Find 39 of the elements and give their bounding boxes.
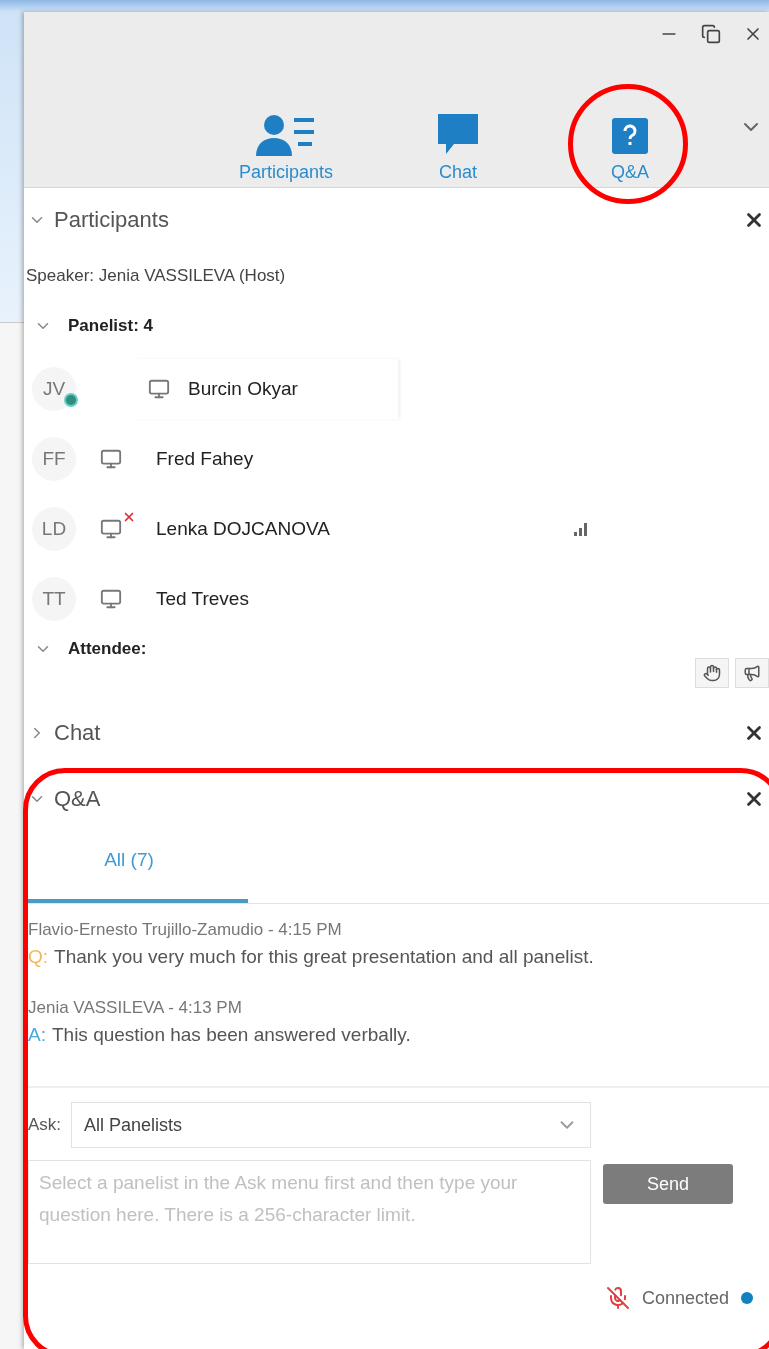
message-text: Q: Thank you very much for this great presentation and all panelist. bbox=[28, 945, 595, 969]
send-button[interactable]: Send bbox=[603, 1164, 734, 1204]
message-text: A: This question has been answered verbally. bbox=[28, 1023, 412, 1047]
megaphone-icon bbox=[743, 664, 761, 682]
avatar: FF bbox=[32, 437, 76, 481]
participant-name: Ted Treves bbox=[156, 588, 249, 610]
ask-dropdown[interactable]: All Panelists bbox=[71, 1102, 592, 1148]
status-text: Connected bbox=[641, 1287, 729, 1309]
status-dot bbox=[741, 1292, 753, 1304]
section-title: Participants bbox=[54, 207, 170, 233]
section-title: Chat bbox=[54, 720, 102, 746]
ask-label: Ask: bbox=[28, 1115, 62, 1135]
participant-row[interactable]: JV Burcin Okyar bbox=[24, 354, 769, 424]
speech-bubble-icon bbox=[436, 112, 480, 156]
group-title: Panelist: 4 bbox=[68, 316, 154, 336]
participant-name: Burcin Okyar bbox=[188, 378, 298, 400]
raise-hand-button[interactable] bbox=[695, 658, 729, 688]
monitor-icon bbox=[148, 378, 170, 400]
participant-name: Fred Fahey bbox=[156, 448, 254, 470]
monitor-icon bbox=[100, 448, 122, 470]
question-icon bbox=[610, 116, 650, 156]
avatar: LD bbox=[32, 507, 76, 551]
group-title: Attendee: bbox=[68, 639, 147, 659]
message-author: Jenia VASSILEVA - 4:13 PM bbox=[28, 998, 243, 1019]
section-title: Q&A bbox=[54, 786, 102, 812]
participant-row[interactable]: FF Fred Fahey bbox=[24, 424, 769, 494]
participant-row[interactable]: LD Lenka DOJCANOVA bbox=[24, 494, 769, 564]
speaker-text: Speaker: Jenia VASSILEVA (Host) bbox=[25, 265, 287, 287]
participant-row[interactable]: TT Ted Treves bbox=[24, 564, 769, 634]
question-input[interactable]: Select a panelist in the Ask menu first and then type your question here. There is a 256-character limit. bbox=[28, 1160, 591, 1264]
avatar: TT bbox=[32, 577, 76, 621]
participant-name: Lenka DOJCANOVA bbox=[156, 518, 330, 540]
muted-microphone-icon[interactable] bbox=[605, 1286, 630, 1310]
megaphone-button[interactable] bbox=[735, 658, 769, 688]
hand-icon bbox=[703, 664, 721, 682]
monitor-icon bbox=[100, 588, 122, 610]
avatar: JV bbox=[32, 367, 76, 411]
message-author: Flavio-Ernesto Trujillo-Zamudio - 4:15 PM bbox=[28, 920, 343, 941]
restore-icon[interactable] bbox=[701, 24, 721, 44]
